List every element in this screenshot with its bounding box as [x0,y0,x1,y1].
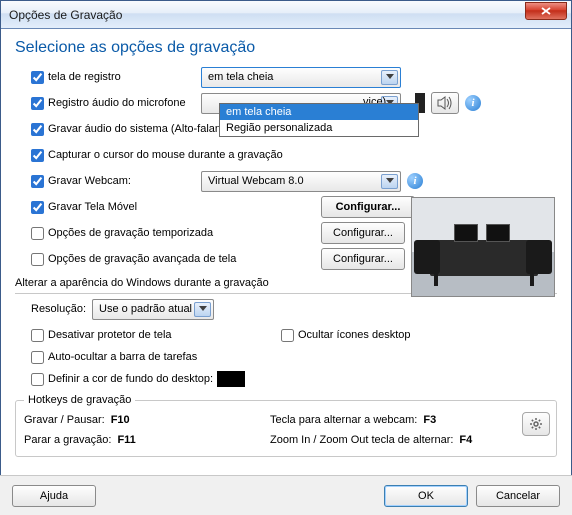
hk-zoom-key: F4 [459,434,472,446]
combo-resolucao-text: Use o padrão atual [99,303,192,315]
hotkeys-group: Hotkeys de gravação Gravar / Pausar: F10… [15,394,557,457]
checkbox-tela-movel[interactable] [31,201,44,214]
label-definir-cor: Definir a cor de fundo do desktop: [48,373,213,385]
label-ocultar-icones: Ocultar ícones desktop [298,329,411,341]
checkbox-cursor[interactable] [31,149,44,162]
chevron-down-icon [194,302,211,317]
aparencia-grid: Desativar protetor de tela Ocultar ícone… [31,324,557,390]
hotkeys-legend: Hotkeys de gravação [24,394,135,406]
color-swatch[interactable] [217,371,245,387]
hk-parar-key: F11 [117,434,135,446]
close-button[interactable] [525,2,567,20]
checkbox-auto-ocultar[interactable] [31,351,44,364]
bottom-bar: Ajuda OK Cancelar [0,475,572,515]
checkbox-desativar-protetor[interactable] [31,329,44,342]
label-audio-sistema: Gravar áudio do sistema (Alto-falantes) [48,123,239,135]
button-configurar-temporizada[interactable]: Configurar... [321,222,405,244]
combo-tela-registro-text: em tela cheia [208,71,273,83]
checkbox-temporizada[interactable] [31,227,44,240]
hotkeys-settings-button[interactable] [522,412,550,436]
window-title: Opções de Gravação [9,8,122,22]
combo-resolucao[interactable]: Use o padrão atual [92,299,214,320]
gear-icon [529,417,543,431]
label-webcam: Gravar Webcam: [48,175,131,187]
ok-button[interactable]: OK [384,485,468,507]
checkbox-audio-sistema[interactable] [31,123,44,136]
row-tela-registro: tela de registro em tela cheia [31,65,557,89]
label-auto-ocultar: Auto-ocultar a barra de tarefas [48,351,197,363]
label-tela-movel: Gravar Tela Móvel [48,201,137,213]
content-area: Selecione as opções de gravação tela de … [1,29,571,457]
combo-tela-registro-dropdown[interactable]: em tela cheia Região personalizada [219,103,419,137]
checkbox-definir-cor[interactable] [31,373,44,386]
hk-zoom-label: Zoom In / Zoom Out tecla de alternar: [270,434,453,446]
checkbox-tela-registro[interactable] [31,71,44,84]
speaker-icon [437,96,453,110]
info-icon[interactable]: i [407,173,423,189]
cancel-button[interactable]: Cancelar [476,485,560,507]
label-resolucao: Resolução: [31,303,86,315]
label-avancada: Opções de gravação avançada de tela [48,253,236,265]
hk-gravar-key: F10 [111,414,130,426]
combo-webcam[interactable]: Virtual Webcam 8.0 [201,171,401,192]
webcam-preview [411,197,555,297]
titlebar: Opções de Gravação [1,1,571,29]
hk-webcam-label: Tecla para alternar a webcam: [270,414,417,426]
checkbox-webcam[interactable] [31,175,44,188]
hk-parar-label: Parar a gravação: [24,434,111,446]
close-icon [541,7,551,15]
chevron-down-icon [381,174,398,189]
row-webcam: Gravar Webcam: Virtual Webcam 8.0 i [31,169,557,193]
row-cursor: Capturar o cursor do mouse durante a gra… [31,143,557,167]
checkbox-avancada[interactable] [31,253,44,266]
hk-gravar-label: Gravar / Pausar: [24,414,105,426]
chevron-down-icon [381,70,398,85]
label-desativar-protetor: Desativar protetor de tela [48,329,172,341]
label-tela-registro: tela de registro [48,71,121,83]
page-heading: Selecione as opções de gravação [15,39,557,57]
label-audio-microfone: Registro áudio do microfone [48,97,186,109]
button-configurar-avancada[interactable]: Configurar... [321,248,405,270]
hk-webcam-key: F3 [423,414,436,426]
label-temporizada: Opções de gravação temporizada [48,227,213,239]
dropdown-option-selected[interactable]: em tela cheia [220,104,418,120]
combo-tela-registro[interactable]: em tela cheia [201,67,401,88]
help-button[interactable]: Ajuda [12,485,96,507]
row-resolucao: Resolução: Use o padrão atual [31,298,557,320]
combo-webcam-text: Virtual Webcam 8.0 [208,175,304,187]
dropdown-option[interactable]: Região personalizada [220,120,418,136]
info-icon[interactable]: i [465,95,481,111]
checkbox-audio-microfone[interactable] [31,97,44,110]
button-configurar-tela-movel[interactable]: Configurar... [321,196,415,218]
label-cursor: Capturar o cursor do mouse durante a gra… [48,149,283,161]
checkbox-ocultar-icones[interactable] [281,329,294,342]
speaker-button[interactable] [431,92,459,114]
